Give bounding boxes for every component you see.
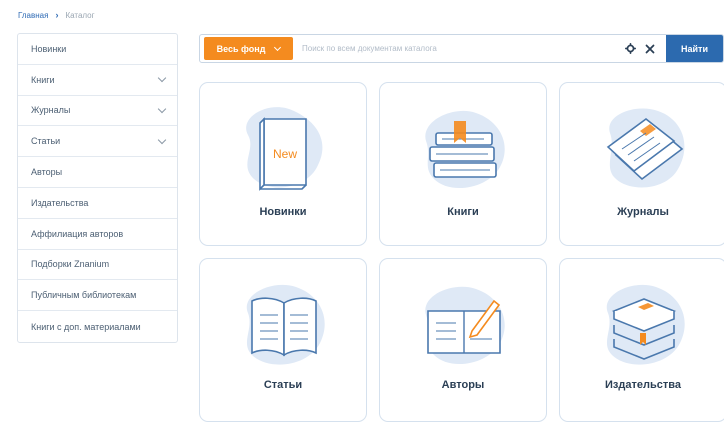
sidebar-item-label: Книги с доп. материалами <box>31 321 141 332</box>
catalog-card-label: Журналы <box>617 206 669 218</box>
open-book-icon <box>246 284 325 365</box>
sidebar: Новинки Книги Журналы Статьи Авторы Изда… <box>17 33 178 343</box>
breadcrumb-separator-icon: › <box>55 10 59 20</box>
chevron-down-icon <box>274 43 282 51</box>
catalog-card-label: Авторы <box>441 379 485 391</box>
search-bar: Весь фонд Найти <box>199 34 724 63</box>
publishing-stack-icon <box>606 284 685 365</box>
sidebar-item-authors[interactable]: Авторы <box>18 157 177 188</box>
sidebar-item-books[interactable]: Книги <box>18 65 177 96</box>
search-input[interactable] <box>293 35 620 62</box>
catalog-card-label: Новинки <box>259 206 307 218</box>
settings-icon[interactable] <box>620 35 640 62</box>
clear-icon[interactable] <box>640 35 660 62</box>
books-stack-icon <box>425 110 505 189</box>
catalog-card-articles[interactable]: Статьи <box>199 258 367 422</box>
sidebar-item-label: Публичным библиотекам <box>31 290 137 301</box>
chevron-down-icon[interactable] <box>157 73 167 83</box>
catalog-card-label: Издательства <box>605 379 681 391</box>
breadcrumb-current: Каталог <box>65 10 95 20</box>
new-book-icon: New <box>246 107 323 191</box>
fund-dropdown[interactable]: Весь фонд <box>204 37 293 60</box>
sidebar-item-new[interactable]: Новинки <box>18 34 177 65</box>
chevron-down-icon[interactable] <box>157 135 167 145</box>
sidebar-item-collections[interactable]: Подборки Znanium <box>18 250 177 281</box>
sidebar-item-label: Новинки <box>31 43 67 54</box>
sidebar-item-articles[interactable]: Статьи <box>18 126 177 158</box>
sidebar-item-label: Аффилиация авторов <box>31 228 124 239</box>
sidebar-item-author-affiliation[interactable]: Аффилиация авторов <box>18 219 177 250</box>
magazines-icon <box>606 108 685 188</box>
sidebar-item-books-with-materials[interactable]: Книги с доп. материалами <box>18 311 177 342</box>
catalog-card-new[interactable]: New Новинки <box>199 82 367 246</box>
sidebar-item-publishers[interactable]: Издательства <box>18 188 177 219</box>
catalog-card-authors[interactable]: Авторы <box>379 258 547 422</box>
catalog-card-label: Статьи <box>263 379 303 391</box>
breadcrumb: Главная › Каталог <box>18 9 95 21</box>
catalog-card-label: Книги <box>447 206 479 218</box>
breadcrumb-home-link[interactable]: Главная <box>18 11 48 20</box>
sidebar-item-label: Издательства <box>31 197 89 208</box>
sidebar-item-label: Статьи <box>31 136 61 147</box>
catalog-card-journals[interactable]: Журналы <box>559 82 724 246</box>
fund-dropdown-label: Весь фонд <box>216 43 266 54</box>
search-submit-button[interactable]: Найти <box>666 35 723 62</box>
sidebar-item-label: Журналы <box>31 105 71 116</box>
catalog-card-books[interactable]: Книги <box>379 82 547 246</box>
sidebar-item-journals[interactable]: Журналы <box>18 96 177 127</box>
sidebar-item-public-libraries[interactable]: Публичным библиотекам <box>18 280 177 312</box>
sidebar-item-label: Книги <box>31 74 55 85</box>
sidebar-item-label: Подборки Znanium <box>31 259 110 270</box>
chevron-down-icon[interactable] <box>157 104 167 114</box>
sidebar-item-label: Авторы <box>31 167 63 178</box>
catalog-card-publishers[interactable]: Издательства <box>559 258 724 422</box>
new-book-icon-text: New <box>273 147 297 161</box>
book-pen-icon <box>425 286 505 365</box>
